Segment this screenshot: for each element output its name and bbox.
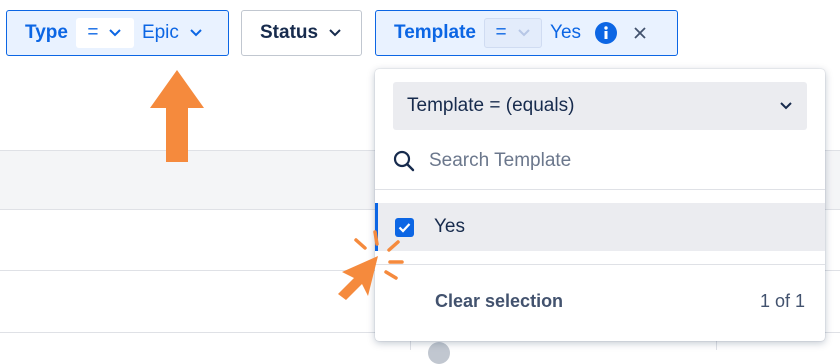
clear-selection-button[interactable]: Clear selection [435, 291, 563, 312]
operator-select-value: Template = (equals) [407, 95, 575, 116]
type-operator-value: = [87, 22, 99, 43]
template-filter-value: Yes [550, 22, 582, 43]
arrow-up-icon [150, 70, 204, 162]
option-yes[interactable]: Yes [375, 203, 825, 251]
option-label: Yes [434, 216, 465, 237]
chevron-down-icon [329, 29, 341, 37]
search-row [393, 143, 807, 179]
operator-select[interactable]: Template = (equals) [393, 82, 807, 130]
template-operator-select[interactable]: = [484, 18, 543, 48]
template-operator-value: = [495, 22, 507, 43]
chevron-down-icon [109, 29, 122, 37]
result-count: 1 of 1 [759, 290, 805, 311]
template-filter-label: Template [394, 22, 477, 43]
info-icon[interactable] [595, 22, 618, 44]
search-icon [393, 150, 415, 172]
close-icon[interactable] [633, 26, 647, 40]
chevron-down-icon [190, 29, 202, 37]
chevron-down-icon [517, 29, 530, 37]
status-filter-chip[interactable]: Status [241, 10, 362, 56]
divider [375, 189, 825, 190]
template-filter-chip[interactable]: Template = Yes [375, 10, 678, 56]
avatar [428, 342, 450, 364]
chevron-down-icon [780, 102, 792, 110]
click-burst-icon [338, 230, 404, 300]
template-filter-dropdown: Template = (equals) Yes Clear selection … [375, 69, 825, 341]
type-filter-value: Epic [141, 22, 179, 43]
type-filter-label: Type [25, 22, 68, 43]
type-filter-chip[interactable]: Type = Epic [6, 10, 229, 56]
search-input[interactable] [427, 149, 791, 173]
divider [375, 264, 825, 265]
type-operator-select[interactable]: = [75, 18, 134, 48]
status-filter-label: Status [260, 22, 319, 43]
dropdown-footer: Clear selection 1 of 1 [375, 281, 825, 321]
